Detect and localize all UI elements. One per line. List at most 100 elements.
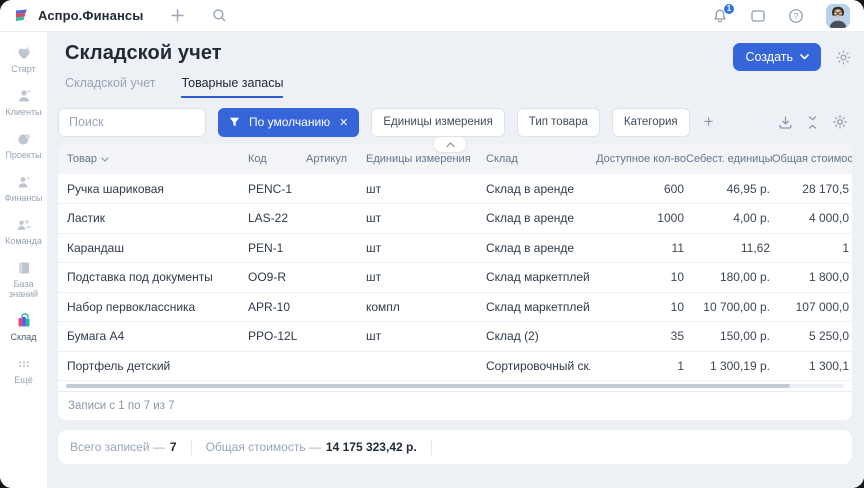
records-range-text: Записи с 1 по 7 из 7 bbox=[68, 400, 175, 412]
cell-total-cost: 1 300,1 bbox=[772, 351, 852, 381]
scrollbar-thumb[interactable] bbox=[66, 384, 790, 388]
cell-warehouse: Сортировочный скла bbox=[486, 351, 590, 381]
chevron-up-icon bbox=[446, 142, 455, 148]
sidebar-item-projects[interactable]: Проекты bbox=[0, 130, 48, 160]
divider bbox=[431, 439, 432, 455]
scrollbar-track bbox=[66, 384, 844, 388]
chevron-down-icon bbox=[800, 54, 809, 60]
search-input[interactable] bbox=[58, 108, 206, 137]
cell-total-cost: 28 170,5 bbox=[772, 174, 852, 204]
sidebar-item-start[interactable]: Старт bbox=[0, 44, 48, 74]
sidebar-item-clients[interactable]: Клиенты bbox=[0, 87, 48, 117]
filter-chip-category[interactable]: Категория bbox=[612, 108, 690, 137]
filter-chip-product-type[interactable]: Тип товара bbox=[517, 108, 600, 137]
cell-unit-cost: 150,00 р. bbox=[686, 322, 772, 352]
table-row[interactable]: Подставка под документы OO9-R шт Склад м… bbox=[58, 263, 852, 293]
table-row[interactable]: Ручка шариковая PENC-1 шт Склад в аренде… bbox=[58, 174, 852, 204]
sidebar-item-knowledge[interactable]: База знаний bbox=[0, 259, 48, 299]
tab-warehouse-accounting[interactable]: Складской учет bbox=[65, 76, 155, 98]
cell-article bbox=[306, 233, 366, 263]
total-records-value: 7 bbox=[170, 440, 177, 454]
cell-total-cost: 1 800,0 bbox=[772, 263, 852, 293]
cell-unit-cost: 46,95 р. bbox=[686, 174, 772, 204]
tab-product-stocks[interactable]: Товарные запасы bbox=[181, 76, 283, 98]
table-row[interactable]: Ластик LAS-22 шт Склад в аренде 1000 4,0… bbox=[58, 204, 852, 234]
column-header-unit[interactable]: Единицы измерения bbox=[366, 144, 486, 174]
cell-total-cost: 5 250,0 bbox=[772, 322, 852, 352]
table-row[interactable]: Набор первоклассника APR-10 компл Склад … bbox=[58, 292, 852, 322]
cell-product: Набор первоклассника bbox=[58, 292, 248, 322]
cell-unit: компл bbox=[366, 292, 486, 322]
messages-icon[interactable] bbox=[750, 8, 766, 24]
active-filter-chip[interactable]: По умолчанию ✕ bbox=[218, 108, 359, 137]
cell-unit: шт bbox=[366, 204, 486, 234]
sidebar-item-finances[interactable]: Финансы bbox=[0, 173, 48, 203]
table-settings-gear-icon[interactable] bbox=[832, 114, 848, 130]
notifications-bell-icon[interactable]: 1 bbox=[712, 8, 728, 24]
cell-qty: 1 bbox=[590, 351, 686, 381]
sidebar-item-label: Клиенты bbox=[5, 107, 41, 117]
collapse-rows-icon[interactable] bbox=[806, 115, 819, 130]
team-icon bbox=[15, 216, 33, 234]
filter-chip-units[interactable]: Единицы измерения bbox=[371, 108, 504, 137]
total-records-label: Всего записей — bbox=[70, 440, 165, 454]
cell-warehouse: Склад маркетплейса bbox=[486, 292, 590, 322]
cell-product: Карандаш bbox=[58, 233, 248, 263]
cell-warehouse: Склад в аренде bbox=[486, 174, 590, 204]
sidebar-item-label: Финансы bbox=[5, 193, 43, 203]
cell-article bbox=[306, 263, 366, 293]
cell-unit-cost: 11,62 bbox=[686, 233, 772, 263]
column-header-product[interactable]: Товар bbox=[58, 144, 248, 174]
export-download-icon[interactable] bbox=[778, 115, 793, 130]
sidebar-item-label: Старт bbox=[11, 64, 35, 74]
column-header-warehouse[interactable]: Склад bbox=[486, 144, 590, 174]
cell-unit-cost: 4,00 р. bbox=[686, 204, 772, 234]
table-row[interactable]: Портфель детский Сортировочный скла 1 1 … bbox=[58, 351, 852, 381]
funnel-icon bbox=[229, 117, 240, 128]
finances-icon bbox=[15, 173, 33, 191]
cell-code: PPO-12L bbox=[248, 322, 306, 352]
cell-unit: шт bbox=[366, 263, 486, 293]
help-icon[interactable]: ? bbox=[788, 8, 804, 24]
svg-text:?: ? bbox=[794, 11, 799, 21]
cell-code: PEN-1 bbox=[248, 233, 306, 263]
cell-qty: 600 bbox=[590, 174, 686, 204]
sidebar-item-team[interactable]: Команда bbox=[0, 216, 48, 246]
cell-warehouse: Склад в аренде bbox=[486, 204, 590, 234]
topbar: Аспро.Финансы 1 ? bbox=[0, 0, 864, 32]
cell-unit-cost: 180,00 р. bbox=[686, 263, 772, 293]
cell-unit: шт bbox=[366, 233, 486, 263]
sidebar-item-warehouse[interactable]: Склад bbox=[0, 312, 48, 342]
create-button[interactable]: Создать bbox=[733, 43, 821, 71]
main-content: Складской учет Создать Складской учет То… bbox=[48, 32, 864, 488]
sidebar-item-label: Проекты bbox=[5, 150, 41, 160]
search-icon[interactable] bbox=[211, 8, 227, 24]
column-header-unit-cost[interactable]: Себест. единицы bbox=[686, 144, 772, 174]
horizontal-scrollbar bbox=[58, 381, 852, 391]
notification-badge: 1 bbox=[723, 3, 735, 15]
collapse-table-pill[interactable] bbox=[434, 137, 466, 152]
page-settings-gear-icon[interactable] bbox=[835, 49, 852, 66]
sidebar: Старт Клиенты Проекты Финансы Команда Ба… bbox=[0, 32, 48, 488]
cell-article bbox=[306, 322, 366, 352]
column-header-qty[interactable]: Доступное кол-во bbox=[590, 144, 686, 174]
column-header-code[interactable]: Код bbox=[248, 144, 306, 174]
add-icon[interactable] bbox=[169, 8, 185, 24]
clear-filter-icon[interactable]: ✕ bbox=[339, 116, 348, 129]
summary-bar: Всего записей — 7 Общая стоимость — 14 1… bbox=[58, 430, 852, 464]
column-header-article[interactable]: Артикул bbox=[306, 144, 366, 174]
app-name: Аспро.Финансы bbox=[38, 8, 143, 23]
table-row[interactable]: Бумага А4 PPO-12L шт Склад (2) 35 150,00… bbox=[58, 322, 852, 352]
cell-product: Ластик bbox=[58, 204, 248, 234]
column-header-total-cost[interactable]: Общая стоимость bbox=[772, 144, 852, 174]
app-window: Аспро.Финансы 1 ? bbox=[0, 0, 864, 488]
clients-icon bbox=[15, 87, 33, 105]
sidebar-item-label: База знаний bbox=[4, 279, 44, 299]
user-avatar[interactable] bbox=[826, 4, 850, 28]
sidebar-item-more[interactable]: Ещё bbox=[0, 355, 48, 385]
projects-icon bbox=[15, 130, 33, 148]
table-row[interactable]: Карандаш PEN-1 шт Склад в аренде 11 11,6… bbox=[58, 233, 852, 263]
divider bbox=[191, 439, 192, 455]
add-filter-icon[interactable]: + bbox=[704, 112, 714, 132]
cell-warehouse: Склад (2) bbox=[486, 322, 590, 352]
